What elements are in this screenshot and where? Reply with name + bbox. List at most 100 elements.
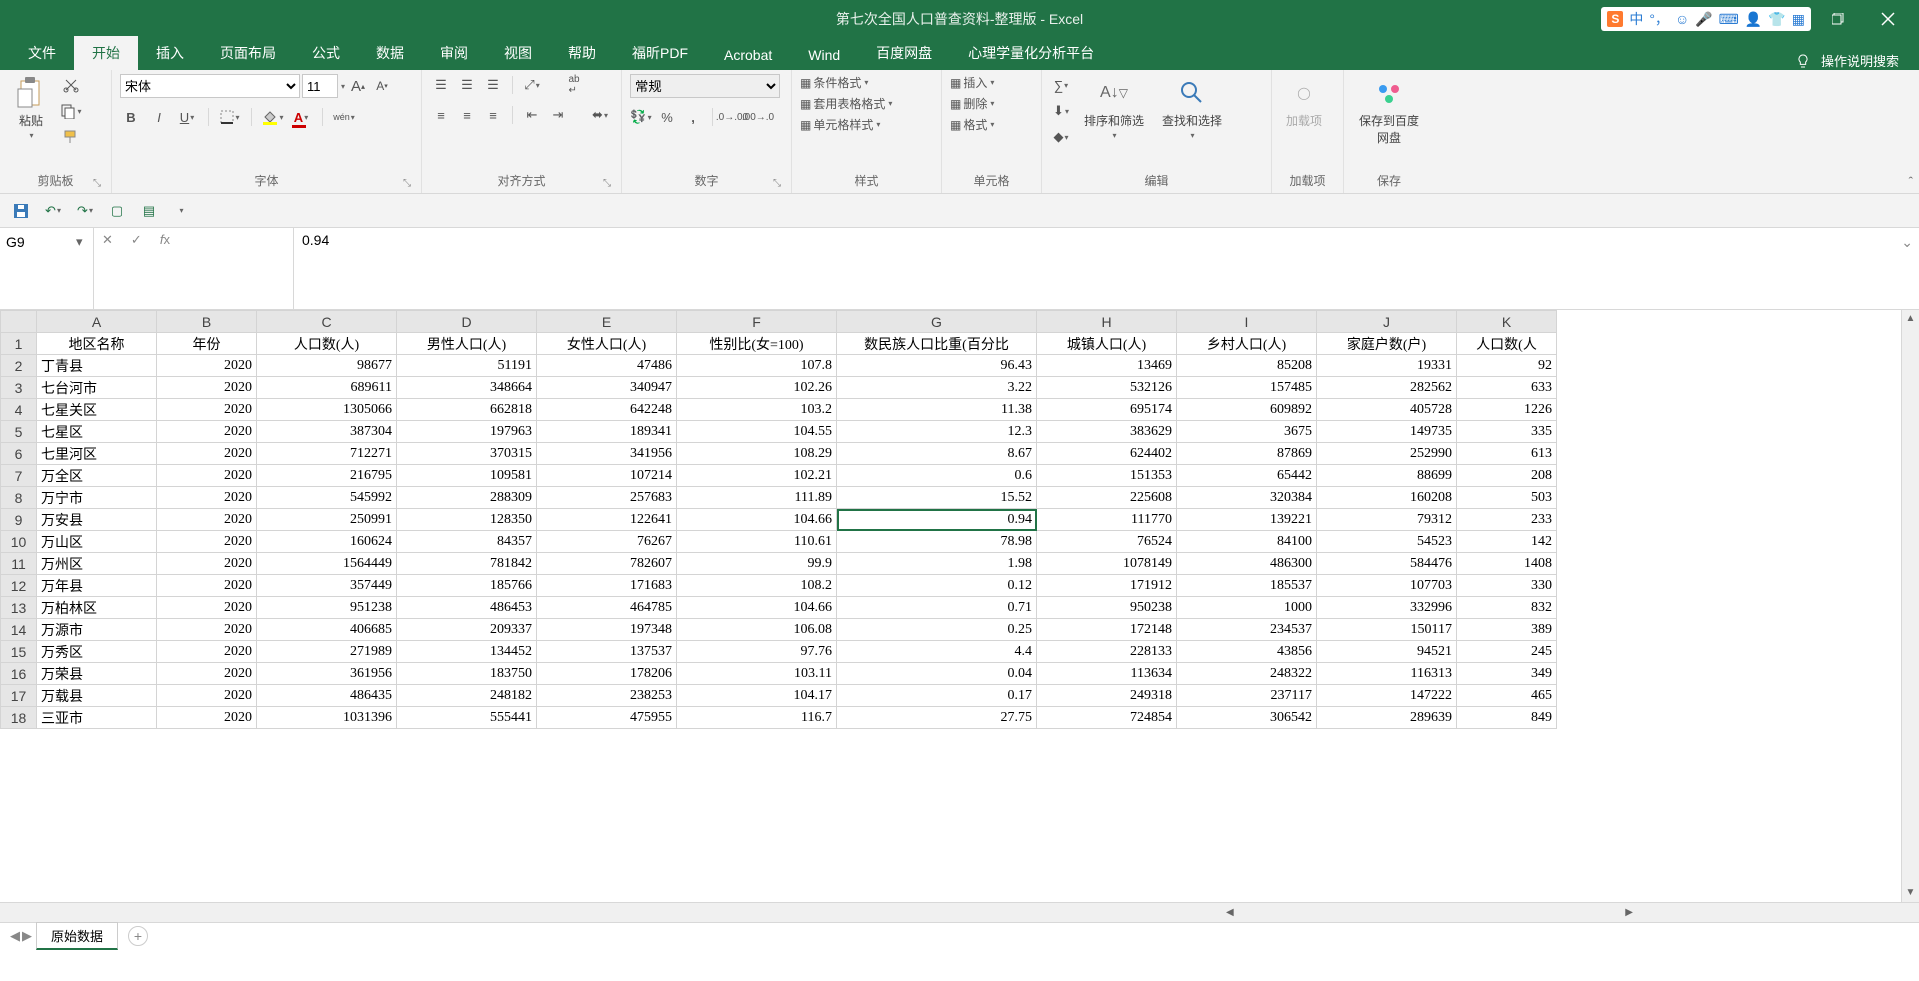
underline-button[interactable]: U▾	[176, 106, 198, 128]
cell-F3[interactable]: 102.26	[677, 377, 837, 399]
cell-F2[interactable]: 107.8	[677, 355, 837, 377]
cell-H12[interactable]: 171912	[1037, 575, 1177, 597]
cell-K6[interactable]: 613	[1457, 443, 1557, 465]
cell-J3[interactable]: 282562	[1317, 377, 1457, 399]
cell-E7[interactable]: 107214	[537, 465, 677, 487]
row-header-14[interactable]: 14	[1, 619, 37, 641]
cell-G3[interactable]: 3.22	[837, 377, 1037, 399]
tab-foxit[interactable]: 福昕PDF	[614, 36, 706, 70]
cell-K15[interactable]: 245	[1457, 641, 1557, 663]
italic-button[interactable]: I	[148, 106, 170, 128]
row-header-16[interactable]: 16	[1, 663, 37, 685]
fill-color-button[interactable]: ▾	[262, 106, 284, 128]
cell-D16[interactable]: 183750	[397, 663, 537, 685]
conditional-format-button[interactable]: ▦ 条件格式▾	[800, 74, 868, 91]
cell-B2[interactable]: 2020	[157, 355, 257, 377]
row-header-12[interactable]: 12	[1, 575, 37, 597]
tab-wind[interactable]: Wind	[790, 40, 858, 70]
cell-A15[interactable]: 万秀区	[37, 641, 157, 663]
row-header-5[interactable]: 5	[1, 421, 37, 443]
cell-C13[interactable]: 951238	[257, 597, 397, 619]
cell-E18[interactable]: 475955	[537, 707, 677, 729]
cell-C3[interactable]: 689611	[257, 377, 397, 399]
cell-styles-button[interactable]: ▦ 单元格样式▾	[800, 116, 880, 133]
cell-C17[interactable]: 486435	[257, 685, 397, 707]
cell-D13[interactable]: 486453	[397, 597, 537, 619]
cell-B12[interactable]: 2020	[157, 575, 257, 597]
cell-C18[interactable]: 1031396	[257, 707, 397, 729]
cell-H5[interactable]: 383629	[1037, 421, 1177, 443]
cell-I3[interactable]: 157485	[1177, 377, 1317, 399]
cell-F6[interactable]: 108.29	[677, 443, 837, 465]
cell-K12[interactable]: 330	[1457, 575, 1557, 597]
cell-B7[interactable]: 2020	[157, 465, 257, 487]
cell-E16[interactable]: 178206	[537, 663, 677, 685]
cell-I5[interactable]: 3675	[1177, 421, 1317, 443]
cell-E5[interactable]: 189341	[537, 421, 677, 443]
cell-E15[interactable]: 137537	[537, 641, 677, 663]
cell-C8[interactable]: 545992	[257, 487, 397, 509]
alignment-launcher-icon[interactable]: ⤡	[603, 178, 611, 189]
qat-customize-button[interactable]: ▾	[170, 200, 192, 222]
cell-C16[interactable]: 361956	[257, 663, 397, 685]
cell-A5[interactable]: 七星区	[37, 421, 157, 443]
cell-H15[interactable]: 228133	[1037, 641, 1177, 663]
cell-A11[interactable]: 万州区	[37, 553, 157, 575]
font-color-button[interactable]: A▾	[290, 106, 312, 128]
clear-button[interactable]: ◆▾	[1050, 126, 1072, 148]
cell-H17[interactable]: 249318	[1037, 685, 1177, 707]
cell-D18[interactable]: 555441	[397, 707, 537, 729]
cell-J8[interactable]: 160208	[1317, 487, 1457, 509]
cell-F15[interactable]: 97.76	[677, 641, 837, 663]
cell-I18[interactable]: 306542	[1177, 707, 1317, 729]
cell-F5[interactable]: 104.55	[677, 421, 837, 443]
cell-B15[interactable]: 2020	[157, 641, 257, 663]
cell-K4[interactable]: 1226	[1457, 399, 1557, 421]
delete-cells-button[interactable]: ▦ 删除 ▾	[950, 95, 994, 112]
cell-B13[interactable]: 2020	[157, 597, 257, 619]
tab-acrobat[interactable]: Acrobat	[706, 40, 790, 70]
cell-J12[interactable]: 107703	[1317, 575, 1457, 597]
cell-J16[interactable]: 116313	[1317, 663, 1457, 685]
row-header-9[interactable]: 9	[1, 509, 37, 531]
row-header-13[interactable]: 13	[1, 597, 37, 619]
header-cell[interactable]: 地区名称	[37, 333, 157, 355]
cell-C7[interactable]: 216795	[257, 465, 397, 487]
cell-C10[interactable]: 160624	[257, 531, 397, 553]
add-sheet-button[interactable]: +	[128, 926, 148, 946]
header-cell[interactable]: 家庭户数(户)	[1317, 333, 1457, 355]
number-launcher-icon[interactable]: ⤡	[773, 178, 781, 189]
cell-J4[interactable]: 405728	[1317, 399, 1457, 421]
undo-button[interactable]: ↶▾	[42, 200, 64, 222]
col-header-H[interactable]: H	[1037, 311, 1177, 333]
cell-F13[interactable]: 104.66	[677, 597, 837, 619]
cell-I13[interactable]: 1000	[1177, 597, 1317, 619]
cell-C15[interactable]: 271989	[257, 641, 397, 663]
cell-J17[interactable]: 147222	[1317, 685, 1457, 707]
cell-A10[interactable]: 万山区	[37, 531, 157, 553]
cell-E14[interactable]: 197348	[537, 619, 677, 641]
cell-G9[interactable]: 0.94	[837, 509, 1037, 531]
close-window-button[interactable]	[1865, 4, 1911, 34]
cell-K9[interactable]: 233	[1457, 509, 1557, 531]
cell-J10[interactable]: 54523	[1317, 531, 1457, 553]
decrease-font-button[interactable]: A▾	[371, 75, 393, 97]
decrease-indent-button[interactable]: ⇤	[521, 104, 543, 126]
cell-K3[interactable]: 633	[1457, 377, 1557, 399]
cell-H10[interactable]: 76524	[1037, 531, 1177, 553]
cell-G10[interactable]: 78.98	[837, 531, 1037, 553]
col-header-B[interactable]: B	[157, 311, 257, 333]
cell-J9[interactable]: 79312	[1317, 509, 1457, 531]
enter-formula-button[interactable]: ✓	[131, 232, 142, 248]
cell-B17[interactable]: 2020	[157, 685, 257, 707]
col-header-G[interactable]: G	[837, 311, 1037, 333]
addins-button[interactable]: ◯加载项	[1280, 74, 1328, 131]
cell-I10[interactable]: 84100	[1177, 531, 1317, 553]
col-header-F[interactable]: F	[677, 311, 837, 333]
cell-C6[interactable]: 712271	[257, 443, 397, 465]
cell-A7[interactable]: 万全区	[37, 465, 157, 487]
cell-C11[interactable]: 1564449	[257, 553, 397, 575]
cell-E13[interactable]: 464785	[537, 597, 677, 619]
cell-D12[interactable]: 185766	[397, 575, 537, 597]
align-middle-button[interactable]: ☰	[456, 74, 478, 96]
